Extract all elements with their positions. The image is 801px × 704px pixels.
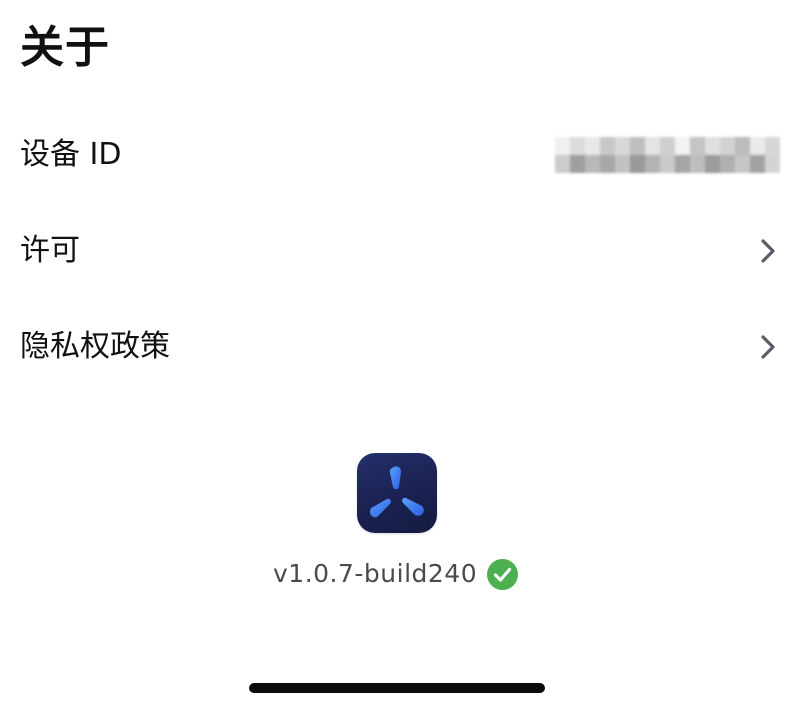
device-id-row: 设备 ID <box>0 125 801 185</box>
device-id-pixel <box>585 137 600 155</box>
version-line: v1.0.7-build240 <box>0 556 801 592</box>
device-id-pixel <box>750 155 765 173</box>
device-id-pixel <box>705 137 720 155</box>
device-id-pixel <box>750 137 765 155</box>
device-id-pixel <box>720 155 735 173</box>
device-id-pixel <box>720 137 735 155</box>
privacy-policy-row[interactable]: 隐私权政策 <box>0 317 801 377</box>
device-id-pixel <box>765 155 780 173</box>
device-id-pixel <box>690 137 705 155</box>
device-id-pixel <box>630 155 645 173</box>
device-id-pixel <box>600 137 615 155</box>
license-row[interactable]: 许可 <box>0 221 801 281</box>
device-id-pixel <box>555 137 570 155</box>
device-id-pixel <box>645 137 660 155</box>
device-id-pixel <box>690 155 705 173</box>
device-id-pixel <box>615 137 630 155</box>
device-id-pixel <box>570 155 585 173</box>
device-id-pixel <box>630 137 645 155</box>
device-id-label: 设备 ID <box>20 137 122 172</box>
app-logo-icon <box>357 453 437 533</box>
device-id-pixel <box>660 137 675 155</box>
privacy-policy-label: 隐私权政策 <box>20 329 170 364</box>
device-id-pixel <box>600 155 615 173</box>
device-id-pixel <box>660 155 675 173</box>
device-id-pixel <box>735 155 750 173</box>
device-id-pixel <box>615 155 630 173</box>
device-id-pixel <box>705 155 720 173</box>
device-id-pixel <box>675 137 690 155</box>
device-id-pixel <box>675 155 690 173</box>
device-id-value-pixelated <box>555 137 780 173</box>
device-id-pixel <box>585 155 600 173</box>
device-id-pixel <box>555 155 570 173</box>
device-id-pixel <box>570 137 585 155</box>
version-text: v1.0.7-build240 <box>273 559 478 588</box>
device-id-pixel <box>765 137 780 155</box>
chevron-right-icon <box>761 335 775 359</box>
device-id-pixel <box>645 155 660 173</box>
check-circle-icon <box>487 559 518 590</box>
device-id-pixel <box>735 137 750 155</box>
home-indicator <box>249 683 545 693</box>
chevron-right-icon <box>761 239 775 263</box>
license-label: 许可 <box>20 233 80 268</box>
page-title: 关于 <box>20 22 110 73</box>
